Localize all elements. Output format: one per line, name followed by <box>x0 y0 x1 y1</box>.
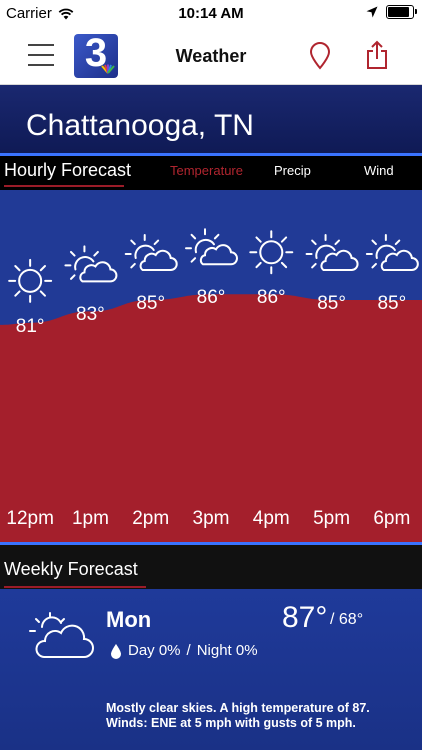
tab-wind[interactable]: Wind <box>364 163 394 178</box>
location-pin-icon[interactable] <box>308 42 332 70</box>
forecast-summary: Mostly clear skies. A high temperature o… <box>106 701 370 730</box>
hour-label: 12pm <box>6 508 54 529</box>
raindrop-icon <box>111 643 121 659</box>
hour-label: 3pm <box>192 508 230 529</box>
hourly-temperature-chart: 81° 12pm 83° 1pm 85° 2pm 86° 3pm 86° 4pm 85° 5pm 85°… <box>0 190 422 542</box>
precip-separator: / <box>186 642 191 659</box>
hourly-temperature-label: 86° <box>256 287 286 309</box>
hourly-temperature-label: 85° <box>377 293 407 314</box>
share-icon[interactable] <box>365 40 389 70</box>
temperature-area <box>0 294 422 542</box>
partly-cloudy-icon <box>365 234 419 271</box>
precip-chance: Day 0% / Night 0% <box>110 642 258 659</box>
hourly-temperature-label: 85° <box>136 293 166 314</box>
status-bar: Carrier 10:14 AM <box>0 0 422 28</box>
hourly-temperature-label: 86° <box>196 287 226 309</box>
hour-label: 5pm <box>313 508 351 529</box>
low-temperature: / 68° <box>330 611 364 628</box>
partly-cloudy-icon <box>124 234 178 271</box>
location-arrow-icon <box>366 6 378 18</box>
battery-level <box>388 7 409 17</box>
low-temperature-value: 68° <box>338 611 364 628</box>
nav-title: Weather <box>175 46 247 66</box>
hourly-forecast-header: Hourly Forecast Temperature Precip Wind <box>0 156 422 190</box>
weekly-forecast-title: Weekly Forecast <box>4 559 138 579</box>
partly-cloudy-icon <box>185 228 238 266</box>
hourly-temperature-label: 85° <box>317 293 346 314</box>
partly-cloudy-icon <box>64 245 118 283</box>
precip-night: Night 0% <box>196 642 258 659</box>
hour-label: 6pm <box>373 508 411 529</box>
weather-app-screen: Carrier 10:14 AM 3 Weather Chattanooga, … <box>0 0 422 750</box>
status-time: 10:14 AM <box>178 5 244 22</box>
hourly-forecast-title: Hourly Forecast <box>4 160 132 180</box>
title-underline <box>4 586 146 588</box>
hour-label: 1pm <box>71 508 109 529</box>
nav-bar: 3 Weather <box>0 28 422 85</box>
tab-temperature[interactable]: Temperature <box>170 163 243 178</box>
temperature-area-chart <box>0 228 422 542</box>
tab-precip[interactable]: Precip <box>274 163 311 178</box>
hourly-temperature-label: 83° <box>76 304 105 326</box>
partly-cloudy-icon <box>29 612 94 658</box>
title-underline <box>4 185 124 187</box>
city-name: Chattanooga, TN <box>26 109 254 142</box>
battery-icon <box>386 5 417 19</box>
high-temperature: 87° <box>282 601 328 634</box>
hour-label: 2pm <box>132 508 170 529</box>
location-header: Chattanooga, TN <box>0 85 422 153</box>
day-name: Mon <box>106 607 152 632</box>
hour-label: 4pm <box>252 508 290 529</box>
sun-icon <box>249 230 294 275</box>
sun-icon <box>8 258 53 303</box>
day-forecast-card[interactable]: Mon 87° / 68° Day 0% / Night 0% Mostly c… <box>0 589 422 750</box>
precip-day: Day 0% <box>128 642 181 659</box>
hourly-temperature-label: 81° <box>15 315 45 337</box>
weekly-forecast-header: Weekly Forecast <box>0 545 422 589</box>
partly-cloudy-icon <box>305 234 359 271</box>
